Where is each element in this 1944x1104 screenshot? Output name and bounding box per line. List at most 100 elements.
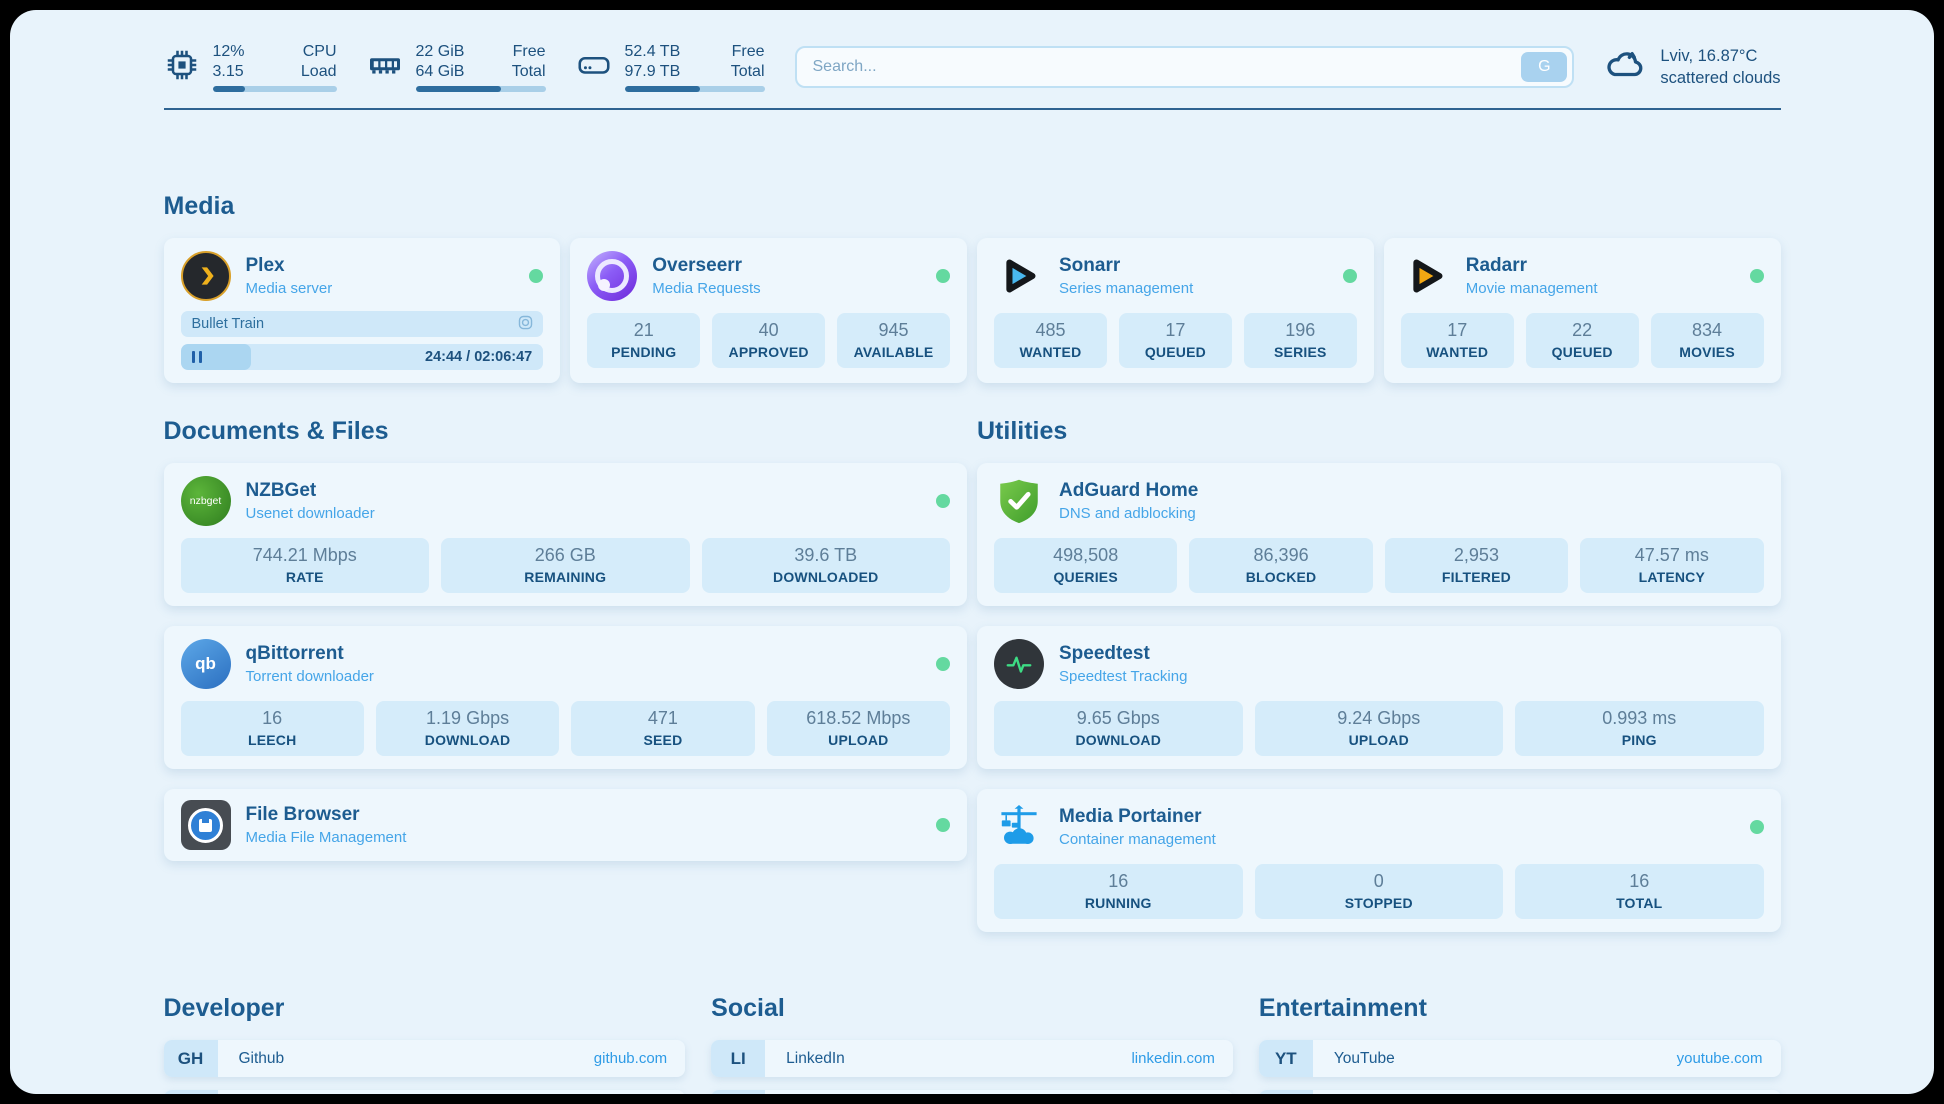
link-row-youtube[interactable]: YT YouTube youtube.com: [1259, 1040, 1781, 1077]
google-search-button[interactable]: G: [1521, 52, 1567, 82]
cpu-label-top: CPU: [303, 42, 337, 62]
section-title-utilities: Utilities: [977, 417, 1781, 446]
stat-tile: 22 QUEUED: [1526, 313, 1639, 368]
app-subtitle: Media server: [246, 280, 333, 297]
app-card-plex[interactable]: Plex Media server Bullet Train: [164, 238, 561, 383]
stat-value: 196: [1248, 320, 1353, 341]
stat-tile: 266 GB REMAINING: [441, 538, 690, 593]
stat-label: MOVIES: [1655, 344, 1760, 360]
topbar-divider: [164, 108, 1781, 110]
stat-label: TOTAL: [1519, 895, 1760, 911]
app-card-adguard[interactable]: AdGuard Home DNS and adblocking 498,508 …: [977, 463, 1781, 606]
app-name: Media Portainer: [1059, 806, 1216, 828]
link-url[interactable]: netflix.com: [1691, 1090, 1781, 1094]
app-card-speedtest[interactable]: Speedtest Speedtest Tracking 9.65 Gbps D…: [977, 626, 1781, 769]
search-input[interactable]: [813, 58, 1522, 76]
stat-value: 485: [998, 320, 1103, 341]
section-title-social: Social: [711, 994, 1233, 1023]
stat-value: 744.21 Mbps: [185, 545, 426, 566]
cpu-progress-fill: [213, 86, 245, 92]
app-name: AdGuard Home: [1059, 480, 1198, 502]
stat-value: 17: [1123, 320, 1228, 341]
cpu-progress-bar: [213, 86, 337, 92]
link-row-netflix[interactable]: NF Netflix netflix.com: [1259, 1090, 1781, 1094]
link-row-github[interactable]: GH Github github.com: [164, 1040, 686, 1077]
stat-label: QUEUED: [1123, 344, 1228, 360]
stat-tile: 744.21 Mbps RATE: [181, 538, 430, 593]
stat-value: 266 GB: [445, 545, 686, 566]
app-name: NZBGet: [246, 480, 375, 502]
stat-value: 1.19 Gbps: [380, 708, 555, 729]
link-url[interactable]: stackoverflow.com: [545, 1090, 686, 1094]
stat-tile: 834 MOVIES: [1651, 313, 1764, 368]
link-name: Netflix: [1313, 1090, 1377, 1094]
app-name: Speedtest: [1059, 643, 1187, 665]
link-row-stackoverflow[interactable]: SO StackOverflow stackoverflow.com: [164, 1090, 686, 1094]
link-row-linkedin[interactable]: LI LinkedIn linkedin.com: [711, 1040, 1233, 1077]
link-row-twitter[interactable]: TW Twitter twitter.com: [711, 1090, 1233, 1094]
link-name: YouTube: [1313, 1040, 1395, 1077]
app-subtitle: DNS and adblocking: [1059, 505, 1198, 522]
stat-label: FILTERED: [1389, 569, 1564, 585]
link-url[interactable]: linkedin.com: [1131, 1040, 1232, 1077]
plex-icon: [181, 251, 231, 301]
stat-label: BLOCKED: [1193, 569, 1368, 585]
link-url[interactable]: twitter.com: [1143, 1090, 1233, 1094]
stat-value: 0: [1259, 871, 1500, 892]
app-subtitle: Series management: [1059, 280, 1193, 297]
stat-value: 945: [841, 320, 946, 341]
disk-progress-fill: [625, 86, 701, 92]
disk-progress-bar: [625, 86, 765, 92]
stat-tile: 40 APPROVED: [712, 313, 825, 368]
link-badge: SO: [164, 1090, 218, 1094]
section-social: Social LI LinkedIn linkedin.com TW Twitt…: [711, 994, 1233, 1094]
stat-value: 16: [998, 871, 1239, 892]
section-title-documents: Documents & Files: [164, 417, 968, 446]
stat-value: 471: [575, 708, 750, 729]
app-card-portainer[interactable]: Media Portainer Container management 16 …: [977, 789, 1781, 932]
stat-label: WANTED: [998, 344, 1103, 360]
link-name: LinkedIn: [765, 1040, 845, 1077]
overseerr-icon: [587, 251, 637, 301]
stat-tile: 485 WANTED: [994, 313, 1107, 368]
app-card-qbittorrent[interactable]: qb qBittorrent Torrent downloader 16 LEE…: [164, 626, 968, 769]
status-dot: [1343, 269, 1357, 283]
app-card-radarr[interactable]: Radarr Movie management 17 WANTED 22 QUE…: [1384, 238, 1781, 383]
link-url[interactable]: github.com: [594, 1040, 685, 1077]
memory-total-value: 64 GiB: [416, 62, 465, 82]
disk-widget: 52.4 TB Free 97.9 TB Total: [576, 42, 765, 92]
stat-label: APPROVED: [716, 344, 821, 360]
stat-tile: 196 SERIES: [1244, 313, 1357, 368]
stat-label: DOWNLOADED: [706, 569, 947, 585]
section-media: Media Plex Media server: [164, 192, 1781, 383]
memory-free-value: 22 GiB: [416, 42, 465, 62]
stat-label: RUNNING: [998, 895, 1239, 911]
stat-tile: 17 QUEUED: [1119, 313, 1232, 368]
link-url[interactable]: youtube.com: [1677, 1040, 1781, 1077]
cast-icon[interactable]: [517, 314, 534, 335]
app-subtitle: Media File Management: [246, 829, 407, 846]
disk-label-bottom: Total: [731, 62, 765, 82]
app-card-filebrowser[interactable]: File Browser Media File Management: [164, 789, 968, 861]
stat-label: QUERIES: [998, 569, 1173, 585]
status-dot: [1750, 269, 1764, 283]
radarr-icon: [1401, 251, 1451, 301]
sonarr-icon: [994, 251, 1044, 301]
app-card-nzbget[interactable]: nzbget NZBGet Usenet downloader 744.21 M…: [164, 463, 968, 606]
link-badge: TW: [711, 1090, 765, 1094]
link-name: Github: [218, 1040, 285, 1077]
stat-label: REMAINING: [445, 569, 686, 585]
stat-value: 16: [1519, 871, 1760, 892]
stat-value: 86,396: [1193, 545, 1368, 566]
stat-tile: 21 PENDING: [587, 313, 700, 368]
cpu-load-value: 3.15: [213, 62, 244, 82]
system-widgets: 12% CPU 3.15 Load: [164, 42, 765, 92]
link-badge: LI: [711, 1040, 765, 1077]
link-name: StackOverflow: [218, 1090, 339, 1094]
app-card-overseerr[interactable]: Overseerr Media Requests 21 PENDING 40 A…: [570, 238, 967, 383]
stat-label: AVAILABLE: [841, 344, 946, 360]
stat-value: 618.52 Mbps: [771, 708, 946, 729]
app-name: Overseerr: [652, 255, 760, 277]
playback-time: 24:44 / 02:06:47: [425, 349, 532, 365]
app-card-sonarr[interactable]: Sonarr Series management 485 WANTED 17 Q…: [977, 238, 1374, 383]
